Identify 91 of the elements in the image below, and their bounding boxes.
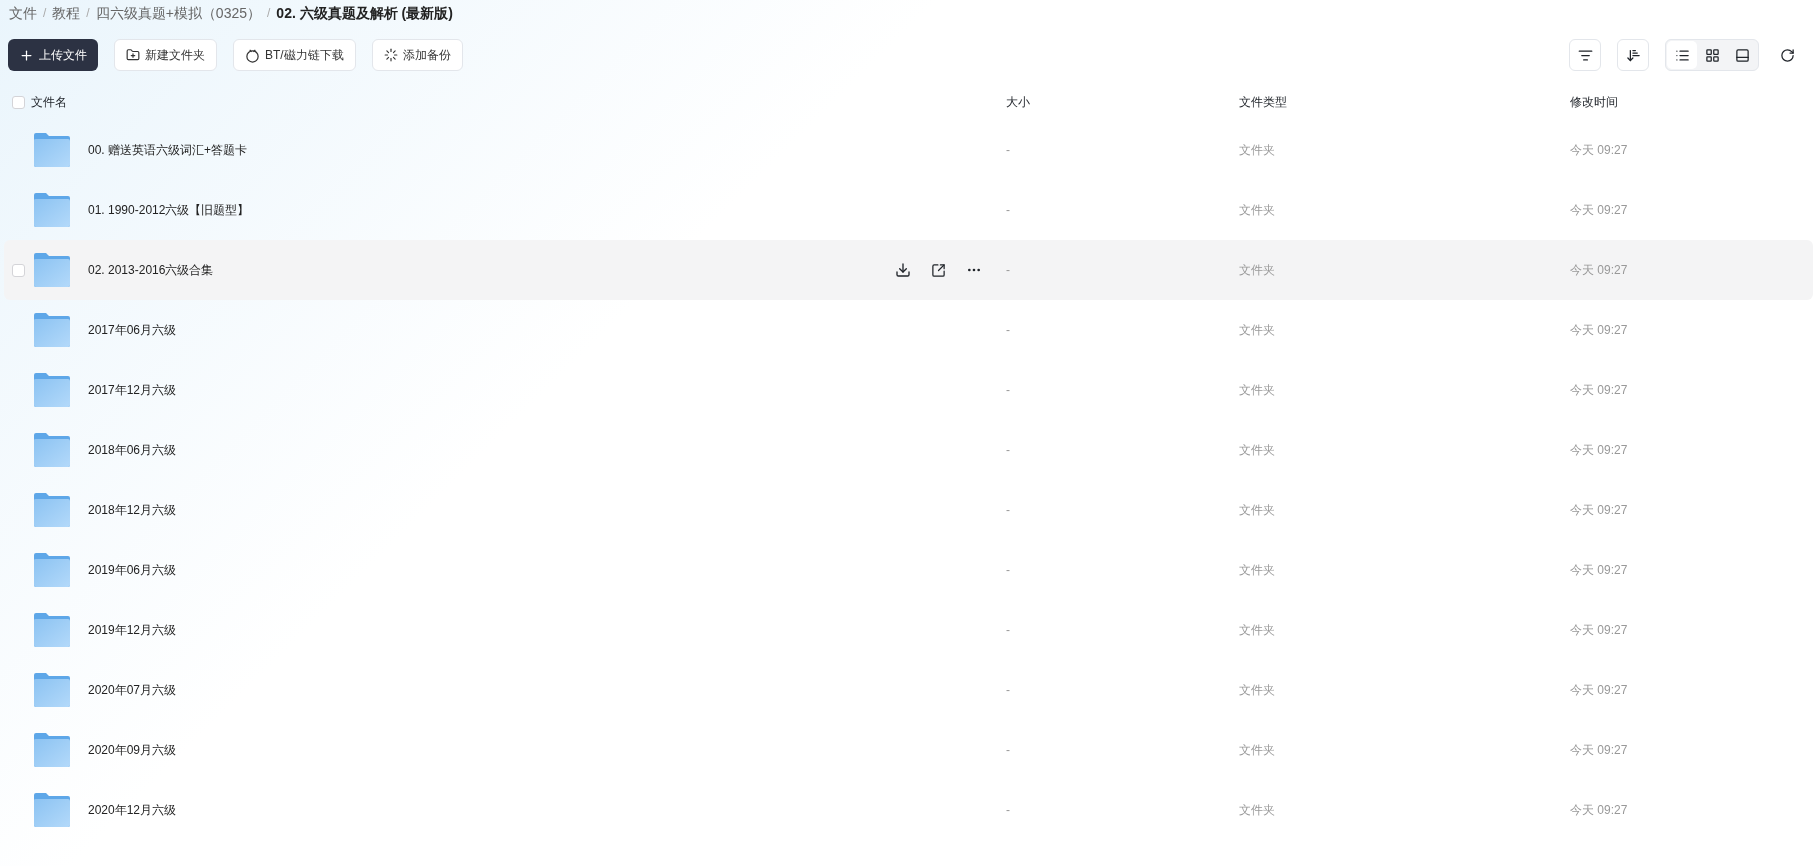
- file-name[interactable]: 01. 1990-2012六级【旧题型】: [88, 201, 250, 219]
- size-cell-text: -: [1006, 802, 1011, 819]
- file-name[interactable]: 2019年12月六级: [88, 621, 177, 639]
- folder-icon: [33, 673, 71, 707]
- column-header[interactable]: 文件名: [31, 93, 67, 111]
- type-cell-text: 文件夹: [1239, 322, 1276, 339]
- size-cell-text: -: [1006, 202, 1011, 219]
- modified-cell-text: 今天 09:27: [1570, 442, 1629, 459]
- sort-button[interactable]: [1617, 39, 1649, 71]
- column-header[interactable]: 修改时间: [1570, 93, 1805, 111]
- modified-cell-text: 今天 09:27: [1570, 802, 1629, 819]
- sort-icon: [1625, 47, 1641, 63]
- toolbar-button[interactable]: 新建文件夹: [114, 39, 217, 71]
- folder-icon: [33, 433, 71, 467]
- modified-cell-text: 今天 09:27: [1570, 142, 1629, 159]
- column-header[interactable]: 大小: [1006, 93, 1239, 111]
- type-cell-text: 文件夹: [1239, 562, 1276, 579]
- view-toggle[interactable]: [1667, 41, 1697, 69]
- file-name[interactable]: 2020年12月六级: [88, 801, 177, 819]
- grid-view-icon: [1704, 47, 1720, 63]
- modified-cell-text: 今天 09:27: [1570, 322, 1629, 339]
- modified-cell-text: 今天 09:27: [1570, 562, 1629, 579]
- size-cell-text: -: [1006, 622, 1011, 639]
- size-cell-text: -: [1006, 502, 1011, 519]
- column-header[interactable]: 文件类型: [1239, 93, 1570, 111]
- type-cell-text: 文件夹: [1239, 262, 1276, 279]
- folder-icon: [33, 133, 71, 167]
- breadcrumb-separator: /: [43, 5, 47, 22]
- size-cell-text: -: [1006, 682, 1011, 699]
- file-name[interactable]: 2017年06月六级: [88, 321, 177, 339]
- breadcrumb-link[interactable]: 文件: [9, 2, 37, 24]
- folder-icon: [33, 553, 71, 587]
- size-cell-text: -: [1006, 142, 1011, 159]
- folder-icon: [33, 613, 71, 647]
- file-name[interactable]: 00. 赠送英语六级词汇+答题卡: [88, 141, 248, 159]
- folder-icon: [33, 373, 71, 407]
- type-cell-text: 文件夹: [1239, 682, 1276, 699]
- modified-cell-text: 今天 09:27: [1570, 202, 1629, 219]
- breadcrumb-separator: /: [86, 5, 90, 22]
- modified-cell-text: 今天 09:27: [1570, 502, 1629, 519]
- file-name[interactable]: 2017年12月六级: [88, 381, 177, 399]
- panel-view-icon: [1734, 47, 1750, 63]
- type-cell-text: 文件夹: [1239, 382, 1276, 399]
- highlighted-row[interactable]: 02. 2013-2016六级合集 - 文件夹 今天 09:27: [4, 240, 1813, 300]
- folder-icon: [33, 733, 71, 767]
- folder-plus-icon: [126, 48, 140, 62]
- checkbox[interactable]: [12, 263, 25, 277]
- type-cell-text: 文件夹: [1239, 442, 1276, 459]
- type-cell-text: 文件夹: [1239, 502, 1276, 519]
- type-cell-text: 文件夹: [1239, 202, 1276, 219]
- file-name[interactable]: 2018年12月六级: [88, 501, 177, 519]
- modified-cell-text: 今天 09:27: [1570, 382, 1629, 399]
- size-cell-text: -: [1006, 562, 1011, 579]
- file-name[interactable]: 2019年06月六级: [88, 561, 177, 579]
- type-cell-text: 文件夹: [1239, 142, 1276, 159]
- plus-icon: [19, 47, 34, 63]
- upload-button[interactable]: 上传文件: [8, 39, 98, 71]
- modified-cell-text: 今天 09:27: [1570, 682, 1629, 699]
- size-cell-text: -: [1006, 442, 1011, 459]
- share-icon[interactable]: [931, 262, 946, 278]
- folder-icon: [33, 313, 71, 347]
- filter-icon: [1577, 47, 1593, 63]
- current-folder-title: 02. 六级真题及解析 (最新版): [276, 3, 453, 23]
- folder-icon: [33, 193, 71, 227]
- modified-cell-text: 今天 09:27: [1570, 742, 1629, 759]
- type-cell-text: 文件夹: [1239, 742, 1276, 759]
- checkbox[interactable]: [12, 95, 25, 109]
- folder-icon: [33, 493, 71, 527]
- modified-cell-text: 今天 09:27: [1570, 622, 1629, 639]
- file-name[interactable]: 2020年07月六级: [88, 681, 177, 699]
- filter-button[interactable]: [1569, 39, 1601, 71]
- file-name[interactable]: 02. 2013-2016六级合集: [88, 261, 214, 279]
- size-cell-text: -: [1006, 742, 1011, 759]
- size-cell-text: -: [1006, 262, 1011, 279]
- breadcrumb-link[interactable]: 教程: [52, 2, 81, 24]
- folder-icon: [33, 253, 71, 287]
- download-icon[interactable]: [895, 262, 911, 278]
- toolbar-button[interactable]: BT/磁力链下载: [233, 39, 356, 71]
- refresh-icon: [1779, 47, 1795, 63]
- modified-cell-text: 今天 09:27: [1570, 262, 1629, 279]
- file-name[interactable]: 2018年06月六级: [88, 441, 177, 459]
- list-view-icon: [1674, 47, 1690, 63]
- breadcrumb-link[interactable]: 四六级真题+模拟（0325）: [95, 2, 261, 24]
- size-cell-text: -: [1006, 322, 1011, 339]
- toolbar-button[interactable]: 添加备份: [371, 39, 463, 71]
- size-cell-text: -: [1006, 382, 1011, 399]
- type-cell-text: 文件夹: [1239, 802, 1276, 819]
- folder-icon: [33, 793, 71, 827]
- file-name[interactable]: 2020年09月六级: [88, 741, 177, 759]
- type-cell-text: 文件夹: [1239, 622, 1276, 639]
- breadcrumb-separator: /: [267, 5, 271, 22]
